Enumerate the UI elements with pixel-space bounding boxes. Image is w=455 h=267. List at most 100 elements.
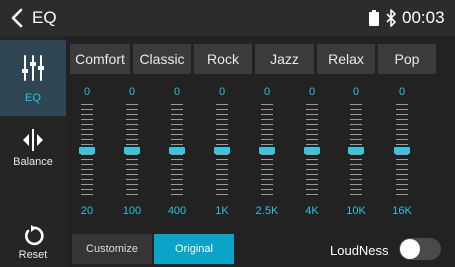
slider-tick — [261, 174, 273, 175]
slider-tick — [81, 109, 93, 110]
slider-tick — [126, 169, 138, 170]
sidebar-item-reset[interactable]: Reset — [0, 221, 66, 267]
loudness-toggle[interactable] — [399, 238, 441, 260]
slider-tick — [396, 114, 408, 115]
slider-tick — [171, 109, 183, 110]
slider-tick — [126, 194, 138, 195]
eq-slider[interactable] — [214, 102, 230, 200]
slider-tick — [261, 144, 273, 145]
slider-tick — [306, 104, 318, 105]
slider-tick — [350, 134, 362, 135]
slider-tick — [81, 184, 93, 185]
band-gain-value: 0 — [352, 86, 360, 98]
eq-slider[interactable] — [124, 102, 140, 200]
preset-bar: Comfort Classic Rock Jazz Relax Pop — [70, 44, 450, 74]
slider-tick — [81, 114, 93, 115]
slider-knob[interactable] — [214, 147, 230, 154]
slider-tick — [396, 184, 408, 185]
slider-tick — [306, 194, 318, 195]
slider-tick — [81, 124, 93, 125]
slider-knob[interactable] — [304, 147, 320, 154]
preset-rock[interactable]: Rock — [194, 44, 252, 74]
eq-band: 0 100 — [112, 80, 152, 226]
customize-button[interactable]: Customize — [72, 234, 152, 264]
slider-tick — [126, 109, 138, 110]
preset-relax[interactable]: Relax — [317, 44, 375, 74]
preset-classic[interactable]: Classic — [133, 44, 191, 74]
slider-tick — [396, 174, 408, 175]
slider-tick — [261, 114, 273, 115]
original-button[interactable]: Original — [154, 234, 234, 264]
slider-tick — [261, 194, 273, 195]
slider-tick — [216, 114, 228, 115]
slider-tick — [261, 154, 273, 155]
chevron-left-icon[interactable] — [8, 7, 28, 29]
eq-band: 0 400 — [157, 80, 197, 226]
slider-tick — [350, 159, 362, 160]
preset-pop[interactable]: Pop — [378, 44, 436, 74]
band-frequency-label: 4K — [305, 205, 319, 217]
eq-band: 0 10K — [336, 80, 376, 226]
eq-slider[interactable] — [394, 102, 410, 200]
slider-tick — [306, 129, 318, 130]
band-frequency-label: 1K — [215, 205, 229, 217]
slider-tick — [306, 154, 318, 155]
slider-knob[interactable] — [348, 147, 364, 154]
slider-tick — [261, 139, 273, 140]
sidebar-item-label: EQ — [25, 92, 41, 104]
band-frequency-label: 20 — [80, 205, 94, 217]
slider-tick — [216, 134, 228, 135]
slider-tick — [396, 189, 408, 190]
slider-knob[interactable] — [394, 147, 410, 154]
slider-knob[interactable] — [259, 147, 275, 154]
slider-tick — [306, 179, 318, 180]
slider-tick — [171, 184, 183, 185]
slider-tick — [171, 194, 183, 195]
reset-icon — [25, 225, 44, 246]
eq-slider[interactable] — [304, 102, 320, 200]
balance-icon — [23, 129, 43, 151]
eq-slider[interactable] — [259, 102, 275, 200]
slider-tick — [81, 169, 93, 170]
preset-comfort[interactable]: Comfort — [70, 44, 130, 74]
slider-knob[interactable] — [79, 147, 95, 154]
slider-tick — [126, 164, 138, 165]
slider-knob[interactable] — [124, 147, 140, 154]
slider-knob[interactable] — [169, 147, 185, 154]
slider-tick — [81, 134, 93, 135]
slider-tick — [81, 189, 93, 190]
slider-tick — [306, 124, 318, 125]
eq-slider[interactable] — [169, 102, 185, 200]
slider-tick — [306, 189, 318, 190]
slider-tick — [396, 169, 408, 170]
band-frequency-label: 2.5K — [255, 205, 279, 217]
slider-tick — [261, 124, 273, 125]
slider-tick — [306, 139, 318, 140]
slider-tick — [216, 104, 228, 105]
slider-tick — [396, 124, 408, 125]
slider-tick — [171, 104, 183, 105]
eq-band: 0 20 — [67, 80, 107, 226]
slider-tick — [171, 179, 183, 180]
sidebar-item-balance[interactable]: Balance — [0, 122, 66, 184]
slider-tick — [306, 119, 318, 120]
slider-tick — [261, 134, 273, 135]
sidebar-item-label: Balance — [13, 156, 53, 168]
slider-tick — [171, 164, 183, 165]
band-gain-value: 0 — [218, 86, 226, 98]
slider-tick — [171, 119, 183, 120]
sidebar-item-eq[interactable]: EQ — [0, 40, 66, 116]
slider-tick — [171, 134, 183, 135]
slider-tick — [171, 124, 183, 125]
eq-slider[interactable] — [348, 102, 364, 200]
slider-tick — [306, 164, 318, 165]
slider-tick — [216, 109, 228, 110]
slider-tick — [350, 114, 362, 115]
slider-tick — [261, 129, 273, 130]
preset-jazz[interactable]: Jazz — [255, 44, 314, 74]
slider-tick — [216, 159, 228, 160]
eq-slider[interactable] — [79, 102, 95, 200]
eq-band: 0 16K — [382, 80, 422, 226]
loudness-label: LoudNess — [330, 243, 389, 258]
slider-tick — [81, 159, 93, 160]
